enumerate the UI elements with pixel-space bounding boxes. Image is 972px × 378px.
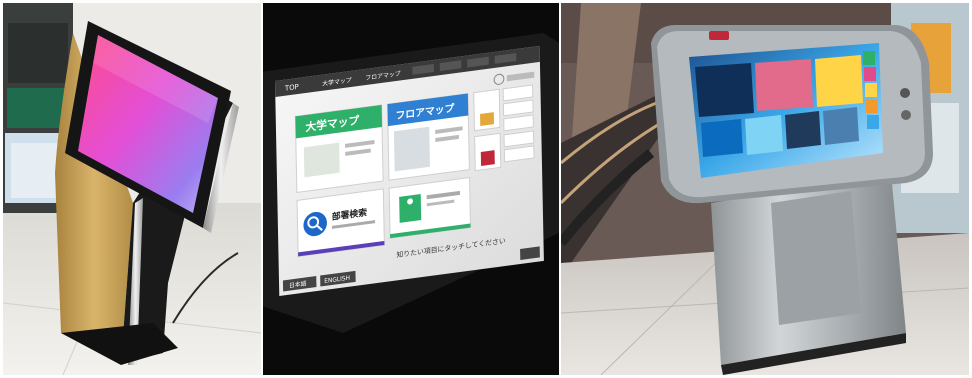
menu-blue[interactable]: [867, 115, 879, 129]
menu-pink[interactable]: [864, 67, 876, 81]
exit-person-icon: [399, 194, 422, 223]
menu-yellow[interactable]: [865, 83, 877, 97]
kiosk-gold-illustration: [3, 3, 261, 375]
bezel-sensor-icon: [901, 110, 911, 120]
kiosk-gold-standing-photo: [3, 3, 261, 375]
tile-campus-map[interactable]: 大学マップ: [294, 104, 384, 193]
brand-logo-icon: [709, 31, 729, 40]
kiosk-touchscreen-closeup-photo: TOP 大学マップ フロアマップ 大学マップ フロアマップ 部署検索 知りたい項…: [263, 3, 559, 375]
kiosk-steel-illustration: [561, 3, 969, 375]
bezel-button-icon[interactable]: [900, 88, 910, 98]
kiosk-screen-illustration: TOP 大学マップ フロアマップ 大学マップ フロアマップ 部署検索 知りたい項…: [263, 3, 559, 375]
tile-dept-search[interactable]: 部署検索: [296, 188, 385, 257]
menu-orange[interactable]: [866, 99, 878, 113]
tile-evacuation[interactable]: [388, 176, 472, 239]
tile-floor-map[interactable]: フロアマップ: [386, 92, 470, 181]
menu-green[interactable]: [863, 51, 875, 65]
kiosk-steel-table-photo: [561, 3, 969, 375]
